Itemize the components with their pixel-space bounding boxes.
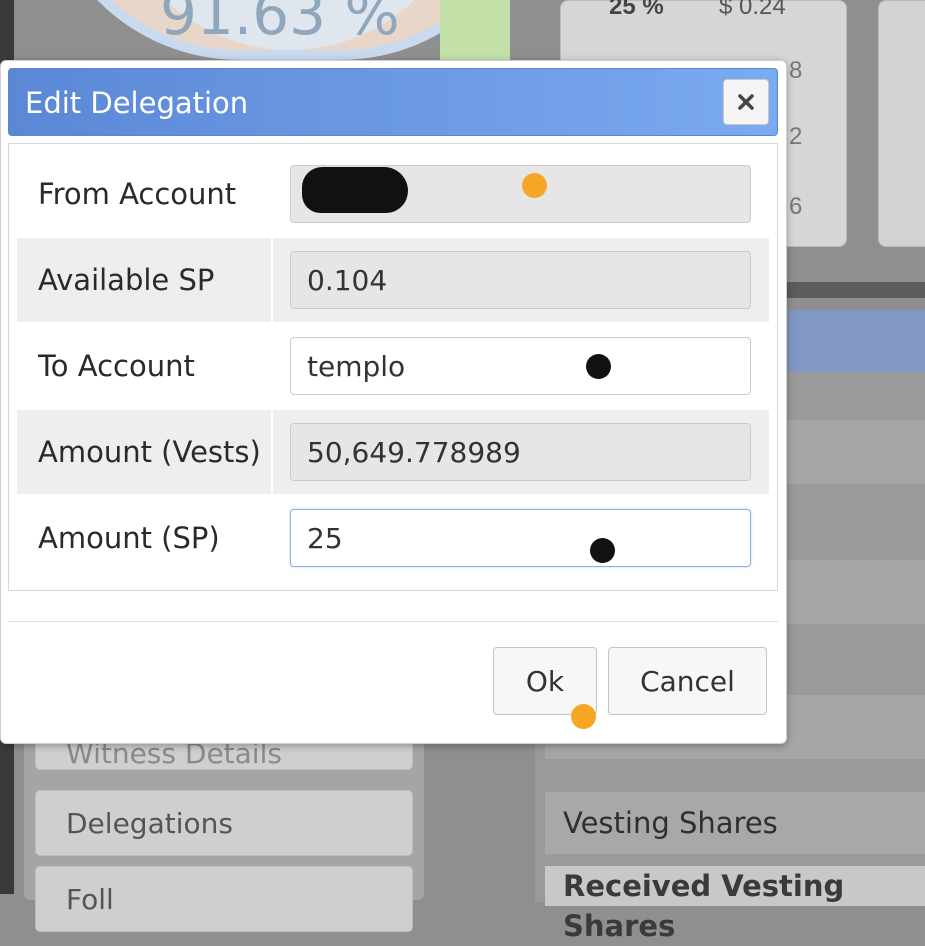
dialog-title: Edit Delegation [25, 86, 249, 120]
row-divider [271, 410, 273, 494]
close-icon [738, 94, 754, 110]
side-card [878, 0, 925, 247]
edit-delegation-dialog: Edit Delegation From Account Available S… [0, 60, 787, 744]
form-row-available: Available SP [17, 238, 769, 322]
marker-dot [590, 538, 615, 563]
to-account-input[interactable] [290, 337, 751, 395]
available-sp-label: Available SP [38, 263, 215, 297]
received-vesting-label: Received Vesting Shares [545, 866, 925, 943]
menu-item-next[interactable]: Foll [35, 866, 413, 932]
to-account-label: To Account [38, 349, 195, 383]
from-account-label: From Account [38, 177, 237, 211]
footer-divider [8, 621, 778, 622]
row-divider [271, 238, 273, 322]
vesting-shares-label: Vesting Shares [545, 792, 925, 854]
amount-sp-label: Amount (SP) [38, 521, 220, 555]
cancel-button[interactable]: Cancel [608, 647, 767, 715]
amount-vests-label: Amount (Vests) [38, 435, 261, 469]
marker-dot [586, 354, 611, 379]
marker-dot [522, 173, 547, 198]
form-row-sp: Amount (SP) [17, 496, 769, 580]
blue-header [770, 310, 925, 372]
menu-item-delegations[interactable]: Delegations [35, 790, 413, 856]
table-cell: 25 % [609, 0, 664, 20]
dialog-titlebar[interactable]: Edit Delegation [8, 68, 778, 136]
amount-sp-input[interactable] [290, 509, 751, 567]
redaction-mark [302, 167, 408, 213]
gauge-value: 91.63 % [160, 0, 400, 48]
form-row-vests: Amount (Vests) [17, 410, 769, 494]
table-cell: $ 0.24 [719, 0, 786, 20]
marker-dot [571, 704, 596, 729]
available-sp-field[interactable] [290, 251, 751, 309]
amount-vests-field[interactable] [290, 423, 751, 481]
close-button[interactable] [723, 79, 769, 125]
form-row-to: To Account [17, 324, 769, 408]
